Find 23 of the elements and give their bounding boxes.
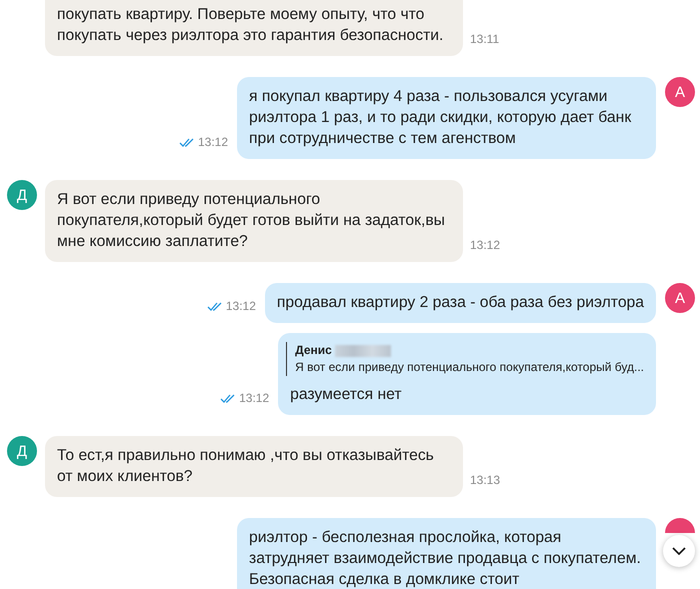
quote-author: Денис	[295, 342, 332, 359]
message-time: 13:12	[226, 299, 256, 313]
quote-text: Я вот если приведу потенциального покупателя,который буд...	[295, 359, 644, 376]
message-text: разумеется нет	[290, 385, 403, 405]
message-text: продавал квартиру 2 раза - оба раза без риэлтора	[276, 293, 644, 313]
message-time: 13:11	[470, 32, 500, 46]
avatar[interactable]: Д	[7, 436, 37, 466]
message-time: 13:12	[470, 238, 500, 252]
avatar[interactable]: А	[665, 283, 695, 313]
message-text: Я вот если приведу потенциального покупателя,который будет готов выйти на задаток,вы мне комиссию заплатите?	[57, 190, 446, 252]
message-text: То ест,я правильно понимаю ,что вы отказывайтесь от моих клиентов?	[57, 446, 435, 487]
message-text: риэлтор - бесполезная прослойка, которая затрудняет взаимодействие продавца с покупателем. Безопасная сделка в домклике стоит	[249, 528, 642, 589]
avatar[interactable]	[665, 518, 695, 533]
avatar[interactable]: А	[665, 77, 695, 107]
message-time: 13:13	[470, 473, 500, 487]
message-text: покупать квартиру. Поверьте моему опыту, что что покупать через риэлтора это гарантия безопасности.	[57, 5, 444, 46]
message-time: 13:12	[198, 135, 228, 149]
avatar[interactable]: Д	[7, 180, 37, 210]
message-time: 13:12	[239, 391, 270, 405]
scroll-down-button[interactable]	[663, 535, 695, 567]
message-text: я покупал квартиру 4 раза - пользовался усугами риэлтора 1 раз, и то ради скидки, которую дает банк при сотрудничестве с тем агенством	[249, 87, 632, 149]
reply-quote[interactable]: Денис Я вот если приведу потенциального покупателя,который буд...	[286, 342, 644, 376]
chevron-down-icon	[672, 547, 686, 555]
